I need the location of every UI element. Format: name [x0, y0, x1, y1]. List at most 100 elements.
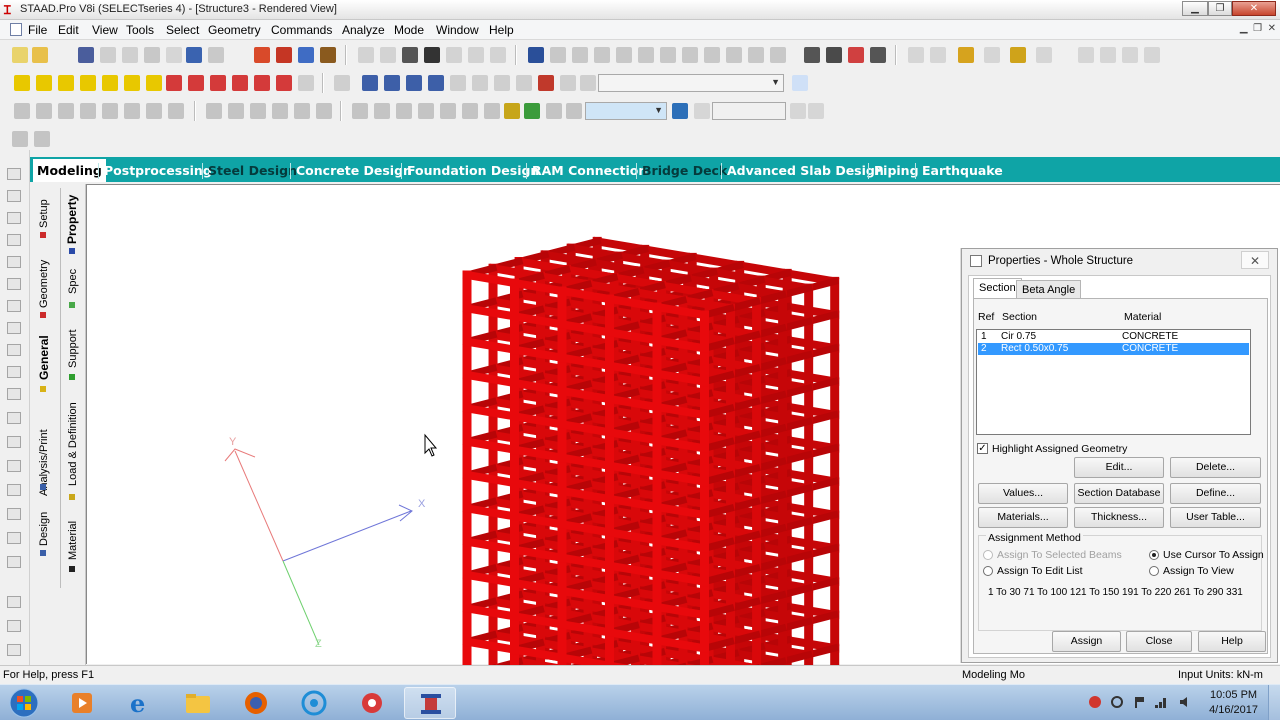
stair-icon[interactable]: [930, 47, 946, 63]
display-whole-icon[interactable]: [334, 75, 350, 91]
geometry-cursor-icon[interactable]: [638, 47, 654, 63]
edit-button[interactable]: Edit...: [1074, 457, 1164, 478]
plate-label-icon[interactable]: [396, 103, 412, 119]
polygon-select-icon[interactable]: [7, 366, 21, 378]
load-scale-icon[interactable]: [566, 103, 582, 119]
assign-button[interactable]: Assign: [1052, 631, 1121, 652]
side-tab-load-definition[interactable]: Load & Definition: [67, 402, 79, 486]
system-clock[interactable]: 10:05 PM 4/16/2017: [1209, 688, 1258, 718]
copy-icon[interactable]: [144, 47, 160, 63]
rotate-select-icon[interactable]: [7, 412, 21, 424]
menu-analyze[interactable]: Analyze: [338, 22, 389, 38]
new-file-icon[interactable]: [12, 47, 28, 63]
tab-postprocessing[interactable]: Postprocessing: [100, 161, 216, 181]
plate-cursor-icon[interactable]: [572, 47, 588, 63]
load-case-icon[interactable]: [504, 103, 520, 119]
split-icon[interactable]: [206, 103, 222, 119]
circular-repeat-icon[interactable]: [826, 47, 842, 63]
radio-assign-edit-list[interactable]: [983, 566, 993, 576]
menu-tools[interactable]: Tools: [122, 22, 158, 38]
help-button[interactable]: Help: [1198, 631, 1266, 652]
structure-member[interactable]: [462, 437, 520, 455]
firefox-task[interactable]: [230, 687, 282, 719]
structure-member[interactable]: [462, 603, 520, 621]
local-axis-icon[interactable]: [462, 103, 478, 119]
select-all-icon[interactable]: [704, 47, 720, 63]
arrow-up-icon[interactable]: [790, 103, 806, 119]
value-field[interactable]: [712, 102, 786, 120]
layers-icon[interactable]: [7, 644, 21, 656]
tray-app-icon[interactable]: [1088, 695, 1102, 709]
solids-cursor-icon[interactable]: [7, 234, 21, 246]
tab-earthquake[interactable]: Earthquake: [918, 161, 1007, 181]
structure-member[interactable]: [462, 537, 520, 555]
menu-help[interactable]: Help: [485, 22, 518, 38]
open-folder-icon[interactable]: [32, 47, 48, 63]
zoom-minus-icon[interactable]: [428, 75, 444, 91]
menu-window[interactable]: Window: [432, 22, 483, 38]
rotate-up-icon[interactable]: [166, 75, 182, 91]
group-icon[interactable]: [7, 484, 21, 496]
side-tab-geometry[interactable]: Geometry: [38, 260, 50, 308]
structure-member[interactable]: [462, 637, 520, 655]
report-icon[interactable]: [358, 47, 374, 63]
view-box-icon[interactable]: [7, 556, 21, 568]
staad-pro-task[interactable]: [404, 687, 456, 719]
bottom-view-icon[interactable]: [146, 75, 162, 91]
tool-b-icon[interactable]: [34, 131, 50, 147]
run-analysis-icon[interactable]: [298, 47, 314, 63]
tab-foundation-design[interactable]: Foundation Design: [403, 161, 543, 181]
tab-ram-connection[interactable]: RAM Connection: [528, 161, 651, 181]
solid-tool-icon[interactable]: [58, 103, 74, 119]
tab-section[interactable]: Section: [973, 278, 1022, 299]
side-tab-setup[interactable]: Setup: [38, 199, 50, 228]
beams-cursor-icon[interactable]: [7, 190, 21, 202]
side-tab-support[interactable]: Support: [67, 329, 79, 368]
surface-tool-icon[interactable]: [80, 103, 96, 119]
side-tab-material[interactable]: Material: [67, 521, 79, 560]
rotate-right-icon[interactable]: [232, 75, 248, 91]
monitor-icon[interactable]: [672, 103, 688, 119]
support-label-icon[interactable]: [418, 103, 434, 119]
right-view-icon[interactable]: [102, 75, 118, 91]
load-view-icon[interactable]: [524, 103, 540, 119]
print-icon[interactable]: [100, 47, 116, 63]
top-view-icon[interactable]: [124, 75, 140, 91]
structure-member[interactable]: [462, 370, 520, 388]
media-player-task[interactable]: [56, 687, 108, 719]
load-values-icon[interactable]: [546, 103, 562, 119]
table-view-icon[interactable]: [7, 596, 21, 608]
arch-icon[interactable]: [908, 47, 924, 63]
move-icon[interactable]: [7, 388, 21, 400]
node-tool-icon[interactable]: [102, 103, 118, 119]
intersect-icon[interactable]: [294, 103, 310, 119]
tab-modeling[interactable]: Modeling: [33, 159, 106, 182]
section-row[interactable]: 1 Cir 0.75 CONCRETE: [978, 331, 1249, 343]
tab-bridge-deck[interactable]: Bridge Deck: [638, 161, 731, 181]
frame-structure-3d[interactable]: [462, 236, 840, 665]
radio-use-cursor[interactable]: [1149, 550, 1159, 560]
window-close-icon[interactable]: [1144, 47, 1160, 63]
rotate-tool-icon[interactable]: [272, 103, 288, 119]
grid-view-icon[interactable]: [7, 620, 21, 632]
globe-icon[interactable]: [146, 103, 162, 119]
zoom-extent-icon[interactable]: [516, 75, 532, 91]
structure-member[interactable]: [462, 303, 520, 321]
calculator-icon[interactable]: [694, 103, 710, 119]
node-label-icon[interactable]: [352, 103, 368, 119]
camera-icon[interactable]: [402, 47, 418, 63]
tray-volume-icon[interactable]: [1178, 695, 1192, 709]
stair-tool-icon[interactable]: [124, 103, 140, 119]
surface-cursor-icon[interactable]: [616, 47, 632, 63]
merge-icon[interactable]: [250, 103, 266, 119]
rotate-left-icon[interactable]: [210, 75, 226, 91]
measure-icon[interactable]: [748, 47, 764, 63]
plate-tool-icon[interactable]: [36, 103, 52, 119]
beam-tool-icon[interactable]: [14, 103, 30, 119]
connect-icon[interactable]: [228, 103, 244, 119]
save-icon[interactable]: [78, 47, 94, 63]
side-tab-spec[interactable]: Spec: [67, 269, 79, 294]
beam-cursor-icon[interactable]: [550, 47, 566, 63]
menu-view[interactable]: View: [88, 22, 122, 38]
pan-icon[interactable]: [298, 75, 314, 91]
